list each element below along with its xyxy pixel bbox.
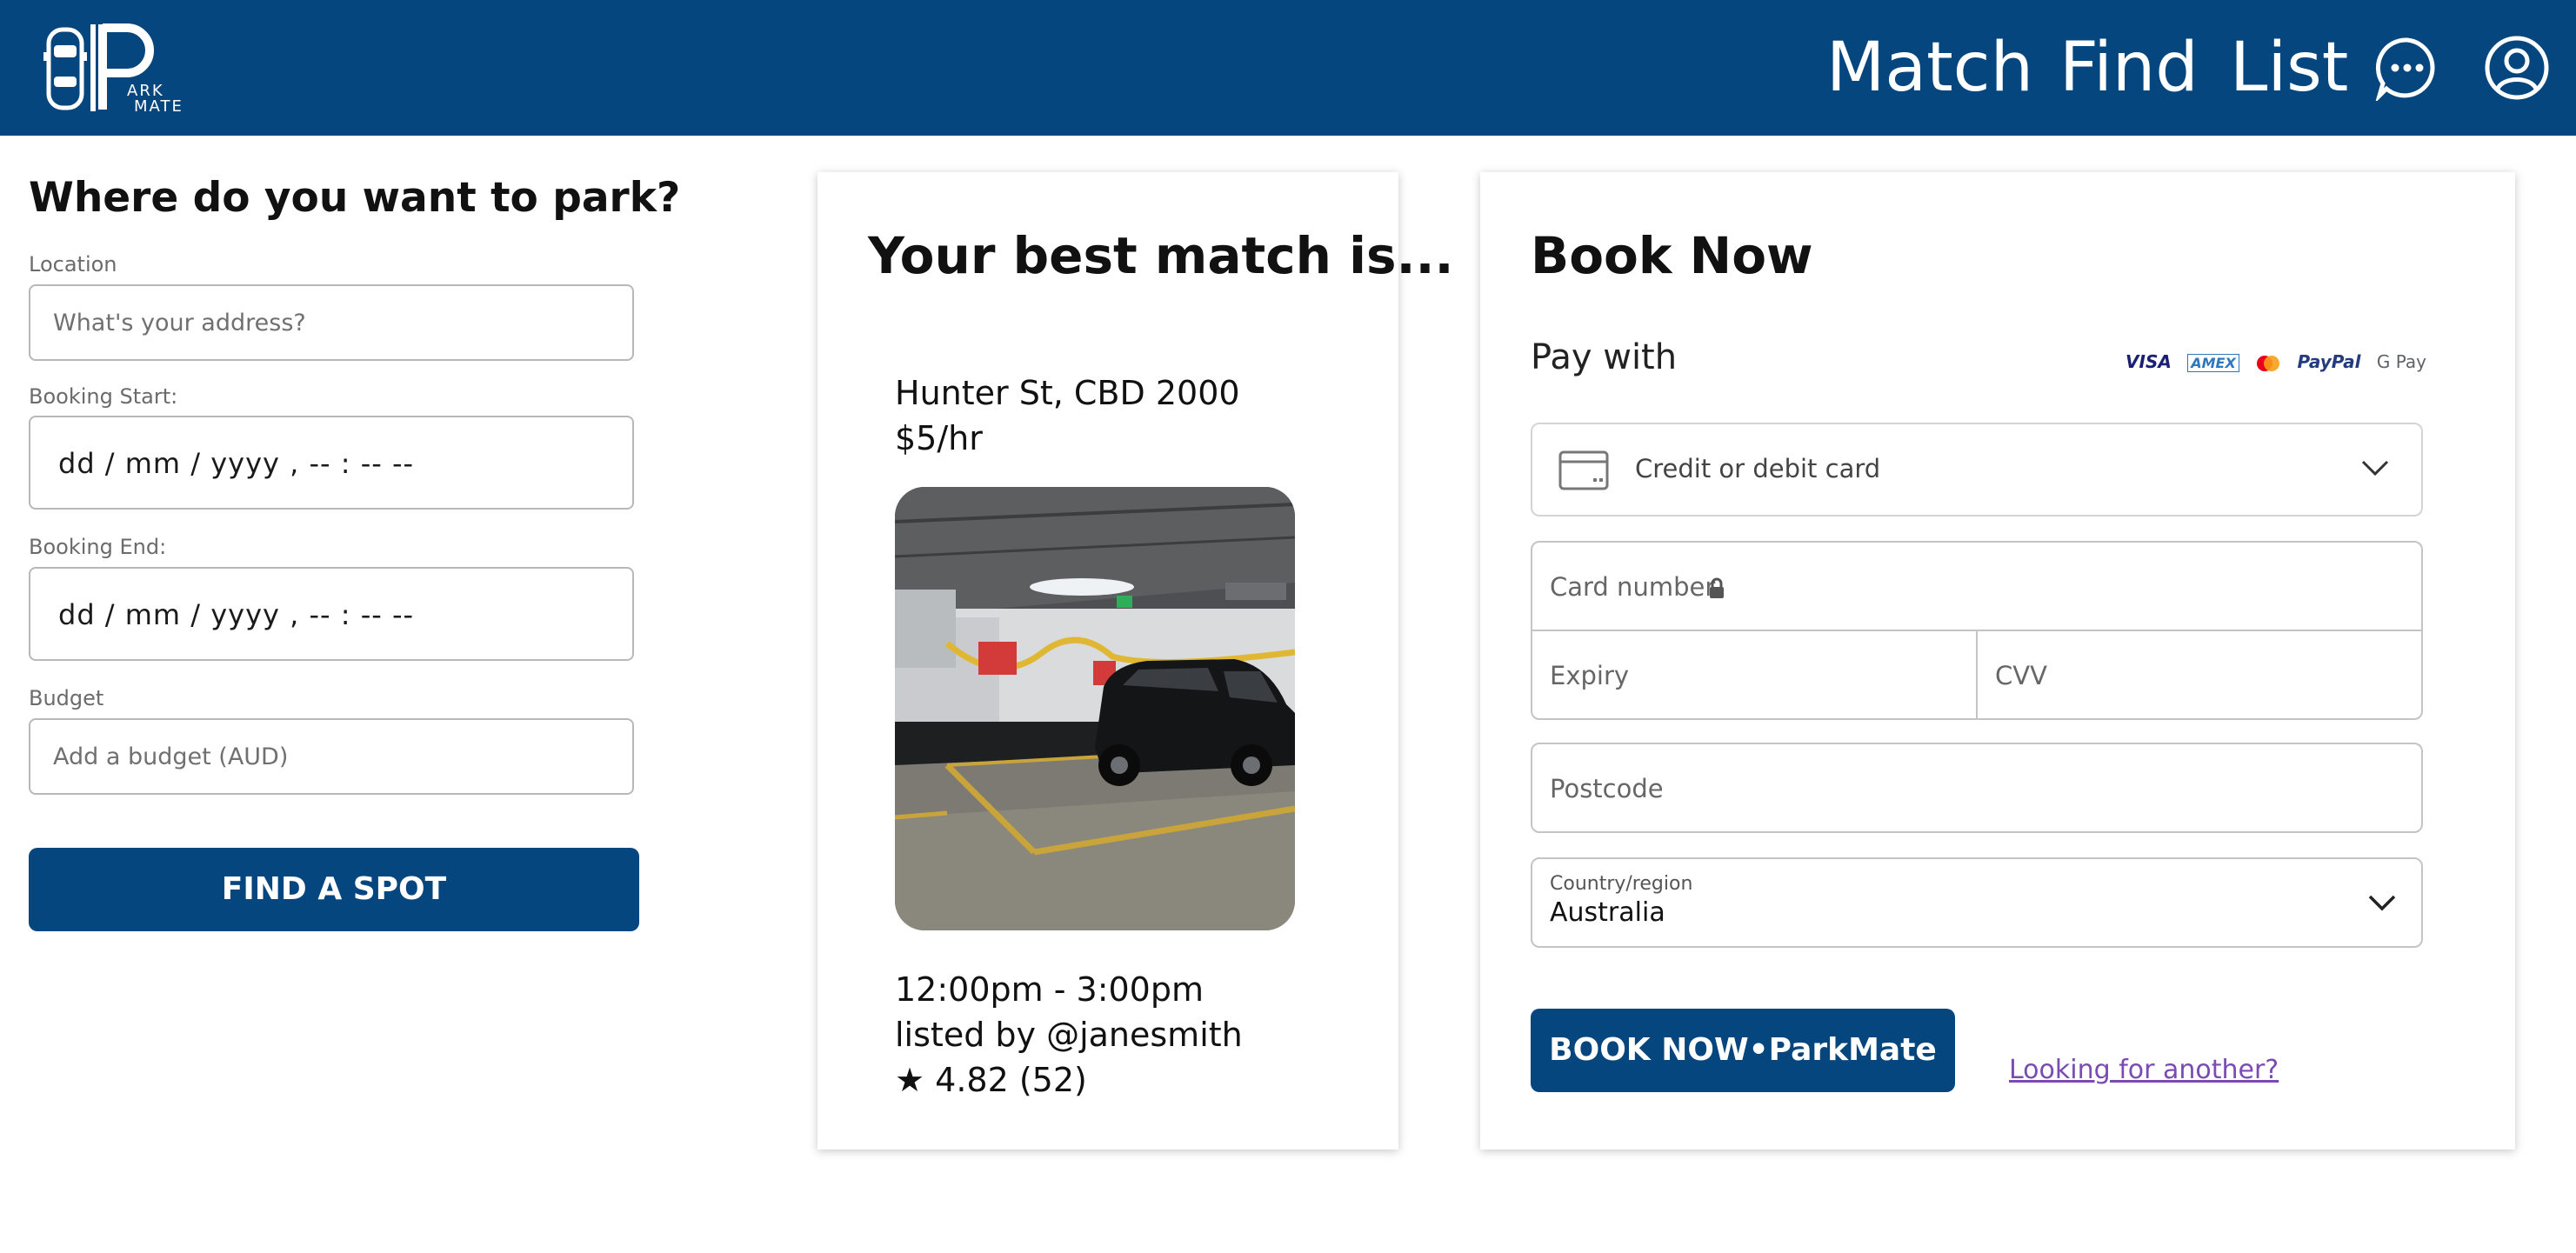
country-label: Country/region — [1550, 873, 1693, 895]
looking-for-another-link[interactable]: Looking for another? — [2009, 1055, 2279, 1085]
nav-link-find[interactable]: Find — [2059, 26, 2199, 110]
book-now-button[interactable]: BOOK NOW•ParkMate — [1531, 1009, 1955, 1092]
credit-card-icon — [1558, 450, 1609, 490]
search-title: Where do you want to park? — [29, 174, 681, 222]
nav-link-list[interactable]: List — [2230, 26, 2348, 110]
booking-end-input[interactable]: dd / mm / yyyy , -- : -- -- — [29, 567, 634, 661]
parkmate-logo[interactable]: ARK MATE — [43, 23, 200, 116]
paypal-logo: PayPal — [2297, 351, 2361, 372]
budget-input[interactable]: Add a budget (AUD) — [29, 718, 634, 795]
chevron-down-icon — [2361, 460, 2389, 477]
match-address: Hunter St, CBD 2000 — [895, 374, 1240, 412]
booking-start-value: dd / mm / yyyy , -- : -- -- — [58, 447, 415, 480]
booking-end-value: dd / mm / yyyy , -- : -- -- — [58, 598, 415, 631]
postcode-placeholder: Postcode — [1550, 774, 1664, 803]
expiry-placeholder: Expiry — [1550, 661, 1630, 690]
book-now-card: Book Now Pay with VISA AMEX PayPal G Pay… — [1480, 172, 2515, 1150]
match-rating: ★ 4.82 (52) — [895, 1061, 1087, 1099]
card-number-input[interactable]: Card number — [1531, 541, 2423, 631]
card-number-placeholder: Card number — [1550, 572, 1716, 602]
mastercard-icon — [2257, 355, 2280, 371]
pay-with-label: Pay with — [1531, 337, 1678, 377]
chat-bubble-icon[interactable] — [2374, 35, 2440, 103]
match-price: $5/hr — [895, 419, 983, 457]
find-a-spot-button[interactable]: FIND A SPOT — [29, 848, 639, 931]
location-label: Location — [29, 252, 117, 277]
location-placeholder: What's your address? — [53, 310, 306, 337]
parking-spot-photo — [895, 487, 1295, 930]
match-listed-by: listed by @janesmith — [895, 1016, 1243, 1054]
booking-start-label: Booking Start: — [29, 384, 178, 409]
svg-text:MATE: MATE — [134, 97, 184, 113]
payment-method-select[interactable]: Credit or debit card — [1531, 423, 2423, 517]
top-nav-bar: ARK MATE Match Find List — [0, 0, 2576, 136]
payment-logos: VISA AMEX PayPal G Pay — [2115, 351, 2426, 377]
nav-link-match[interactable]: Match — [1826, 26, 2033, 110]
expiry-input[interactable]: Expiry — [1531, 630, 1978, 720]
visa-logo: VISA — [2126, 351, 2172, 372]
booking-end-label: Booking End: — [29, 535, 167, 559]
budget-placeholder: Add a budget (AUD) — [53, 743, 289, 770]
car-icon: ARK MATE — [43, 23, 184, 116]
booking-start-input[interactable]: dd / mm / yyyy , -- : -- -- — [29, 416, 634, 510]
country-value: Australia — [1550, 897, 1665, 928]
payment-method-label: Credit or debit card — [1635, 454, 1881, 483]
cvv-input[interactable]: CVV — [1976, 630, 2423, 720]
postcode-input[interactable]: Postcode — [1531, 743, 2423, 833]
budget-label: Budget — [29, 686, 104, 710]
best-match-card: Your best match is... Hunter St, CBD 200… — [818, 172, 1454, 1150]
match-time: 12:00pm - 3:00pm — [895, 970, 1204, 1009]
gpay-logo: G Pay — [2376, 351, 2426, 372]
cvv-placeholder: CVV — [1995, 661, 2047, 690]
amex-logo: AMEX — [2187, 354, 2239, 372]
match-title: Your best match is... — [868, 226, 1454, 285]
lock-icon — [1710, 577, 1724, 598]
chevron-down-icon — [2368, 895, 2396, 911]
user-circle-icon[interactable] — [2484, 35, 2550, 101]
book-title: Book Now — [1531, 226, 1813, 285]
country-select[interactable]: Country/region Australia — [1531, 857, 2423, 948]
location-input[interactable]: What's your address? — [29, 284, 634, 361]
